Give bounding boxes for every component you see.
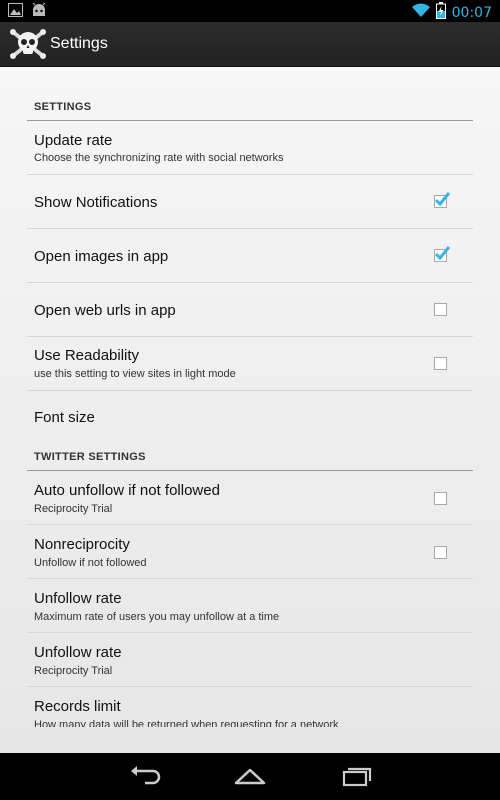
home-icon[interactable] (230, 763, 270, 789)
pref-summary: How many data will be returned when requ… (34, 719, 339, 727)
pref-title: Nonreciprocity (34, 536, 130, 553)
pref-summary: Maximum rate of users you may unfollow a… (34, 611, 280, 623)
pref-summary: Reciprocity Trial (34, 503, 113, 515)
pref-open-images[interactable]: Open images in app (27, 229, 473, 283)
status-bar: 00:07 (0, 0, 500, 22)
pref-unfollow-rate-reciprocity[interactable]: Unfollow rate Reciprocity Trial (27, 633, 473, 687)
navigation-bar (0, 753, 500, 800)
pref-title: Unfollow rate (34, 590, 122, 607)
pref-use-readability[interactable]: Use Readability use this setting to view… (27, 337, 473, 391)
back-icon[interactable] (125, 763, 165, 789)
open-web-urls-checkbox[interactable] (434, 303, 447, 316)
image-notification-icon (8, 3, 23, 22)
wifi-icon (411, 3, 430, 23)
status-time: 00:07 (451, 5, 492, 21)
pref-summary: Unfollow if not followed (34, 557, 147, 569)
pref-nonreciprocity[interactable]: Nonreciprocity Unfollow if not followed (27, 525, 473, 579)
pref-summary: Choose the synchronizing rate with socia… (34, 152, 284, 164)
pref-title: Use Readability (34, 347, 140, 364)
recent-apps-icon[interactable] (337, 763, 377, 789)
pref-title: Update rate (34, 132, 113, 149)
pref-records-limit[interactable]: Records limit How many data will be retu… (27, 687, 473, 727)
auto-unfollow-checkbox[interactable] (434, 492, 447, 505)
pref-summary: Reciprocity Trial (34, 665, 113, 677)
pref-unfollow-rate-max[interactable]: Unfollow rate Maximum rate of users you … (27, 579, 473, 633)
battery-charging-icon (435, 2, 446, 24)
pref-font-size[interactable]: Font size (27, 391, 473, 441)
settings-list[interactable]: SETTINGS Update rate Choose the synchron… (0, 67, 500, 753)
pref-title: Open web urls in app (34, 302, 176, 319)
open-images-checkbox[interactable] (434, 246, 451, 262)
use-readability-checkbox[interactable] (434, 357, 447, 370)
page-title: Settings (50, 35, 108, 52)
pref-summary: use this setting to view sites in light … (34, 368, 236, 380)
section-header-twitter: TWITTER SETTINGS (27, 449, 473, 471)
pref-open-web-urls[interactable]: Open web urls in app (27, 283, 473, 337)
section-header-settings: SETTINGS (27, 99, 473, 121)
pref-title: Records limit (34, 698, 121, 715)
section-header-label: TWITTER SETTINGS (34, 451, 146, 463)
pref-title: Open images in app (34, 248, 169, 265)
android-notification-icon (31, 2, 47, 22)
section-header-label: SETTINGS (34, 101, 92, 113)
pref-title: Auto unfollow if not followed (34, 482, 220, 499)
action-bar: Settings (0, 22, 500, 67)
show-notifications-checkbox[interactable] (434, 192, 451, 208)
skull-crossbones-app-icon[interactable] (10, 28, 46, 60)
pref-title: Font size (34, 409, 95, 426)
pref-title: Show Notifications (34, 194, 158, 211)
pref-show-notifications[interactable]: Show Notifications (27, 175, 473, 229)
pref-update-rate[interactable]: Update rate Choose the synchronizing rat… (27, 121, 473, 175)
pref-title: Unfollow rate (34, 644, 122, 661)
nonreciprocity-checkbox[interactable] (434, 546, 447, 559)
pref-auto-unfollow[interactable]: Auto unfollow if not followed Reciprocit… (27, 471, 473, 525)
